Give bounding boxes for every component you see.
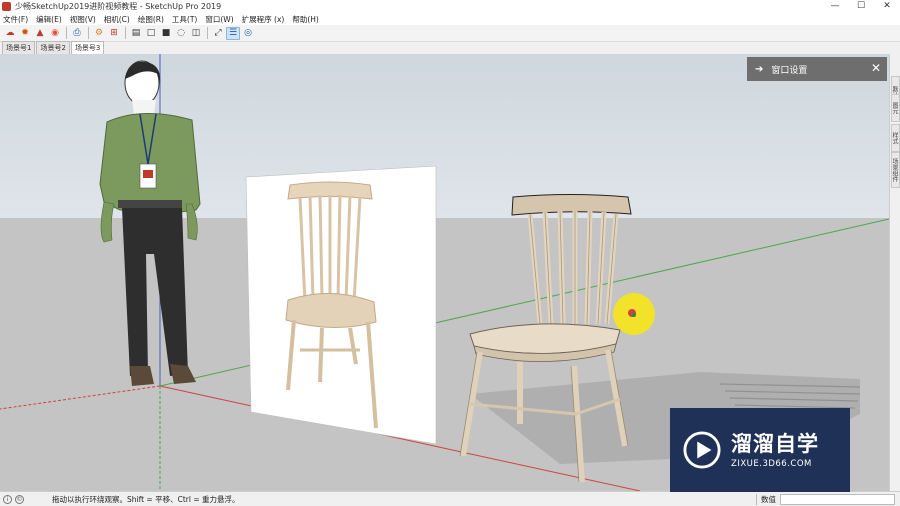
xray-icon[interactable]: ◌ [174,27,188,40]
orbit-icon[interactable]: ⤢ [211,27,225,40]
menu-draw[interactable]: 绘图(R) [138,14,164,25]
toolbar: ☁ ✹ ▲ ◉ ⎙ ⚙ ⊞ ▤ □ ■ ◌ ◫ ⤢ ☰ ◎ [0,25,900,42]
credits-icon[interactable]: © [15,494,24,504]
measurements-input[interactable] [780,494,895,505]
components-icon[interactable]: ⊞ [107,27,121,40]
scene-tab-1[interactable]: 场景号1 [2,41,36,54]
menu-tools[interactable]: 工具(T) [172,14,197,25]
panel-title: 窗口设置 [771,65,808,76]
watermark-url: ZIXUE.3D66.COM [731,458,812,469]
extension-warehouse-icon[interactable]: ✹ [18,27,32,40]
minimize-button[interactable]: — [822,0,848,13]
panel-arrow-icon: ➔ [755,63,764,75]
title-bar: 少畅SketchUp2019进阶视频教程 - SketchUp Pro 2019… [0,0,900,13]
share-model-icon[interactable]: ▲ [33,27,47,40]
default-tray: 默认面板 图元 样式 场景组件 [889,54,900,491]
menu-extensions[interactable]: 扩展程序 (x) [242,14,285,25]
toolbar-separator [125,27,126,39]
scene-tab-3[interactable]: 场景号3 [70,41,105,54]
menu-help[interactable]: 帮助(H) [292,14,319,25]
settings-gear-icon[interactable]: ⚙ [92,27,106,40]
scene-tab-2[interactable]: 场景号2 [36,41,70,54]
watermark-brand: 溜溜自学 [731,431,819,456]
outliner-icon[interactable]: ☰ [226,26,240,40]
status-bar: i © 拖动以执行环绕观察。Shift = 平移、Ctrl = 重力悬浮。 数值 [0,491,900,506]
info-icon[interactable]: i [3,494,12,504]
measurements-label: 数值 [756,494,780,505]
sketchup-window: 少畅SketchUp2019进阶视频教程 - SketchUp Pro 2019… [0,0,900,506]
print-icon[interactable]: ⎙ [70,27,84,40]
hidden-line-icon[interactable]: ◫ [189,27,203,40]
status-hint: 拖动以执行环绕观察。Shift = 平移、Ctrl = 重力悬浮。 [52,494,240,504]
section-plane-icon[interactable]: ▤ [129,27,143,40]
layout-icon[interactable]: ◉ [48,27,62,40]
sketchup-app-icon [2,2,11,11]
tray-tab-entity[interactable]: 图元 [891,94,900,122]
toolbar-separator [66,27,67,39]
shaded-icon[interactable]: ■ [159,27,173,40]
tray-tab-styles[interactable]: 样式 [891,124,900,152]
get-models-icon[interactable]: ☁ [3,27,17,40]
tray-tab-scenes[interactable]: 场景组件 [891,152,900,188]
maximize-button[interactable]: ☐ [848,0,874,13]
toolbar-separator [207,27,208,39]
menu-edit[interactable]: 编辑(E) [36,14,62,25]
play-logo-icon [683,431,721,469]
menu-window[interactable]: 窗口(W) [205,14,233,25]
menu-file[interactable]: 文件(F) [3,14,28,25]
menu-bar: 文件(F) 编辑(E) 视图(V) 相机(C) 绘图(R) 工具(T) 窗口(W… [0,13,900,25]
panel-close-icon[interactable]: ✕ [871,61,881,75]
menu-camera[interactable]: 相机(C) [104,14,130,25]
monochrome-icon[interactable]: □ [144,27,158,40]
close-button[interactable]: ✕ [874,0,900,13]
window-settings-panel[interactable]: ➔ 窗口设置 ✕ [747,57,887,81]
watermark-badge: 溜溜自学 ZIXUE.3D66.COM [670,408,850,492]
menu-view[interactable]: 视图(V) [70,14,96,25]
target-icon[interactable]: ◎ [241,27,255,40]
scene-tabs: 场景号1 场景号2 场景号3 [0,41,900,54]
orbit-cursor-icon [628,309,636,317]
toolbar-separator [88,27,89,39]
window-title: 少畅SketchUp2019进阶视频教程 - SketchUp Pro 2019 [15,2,222,11]
